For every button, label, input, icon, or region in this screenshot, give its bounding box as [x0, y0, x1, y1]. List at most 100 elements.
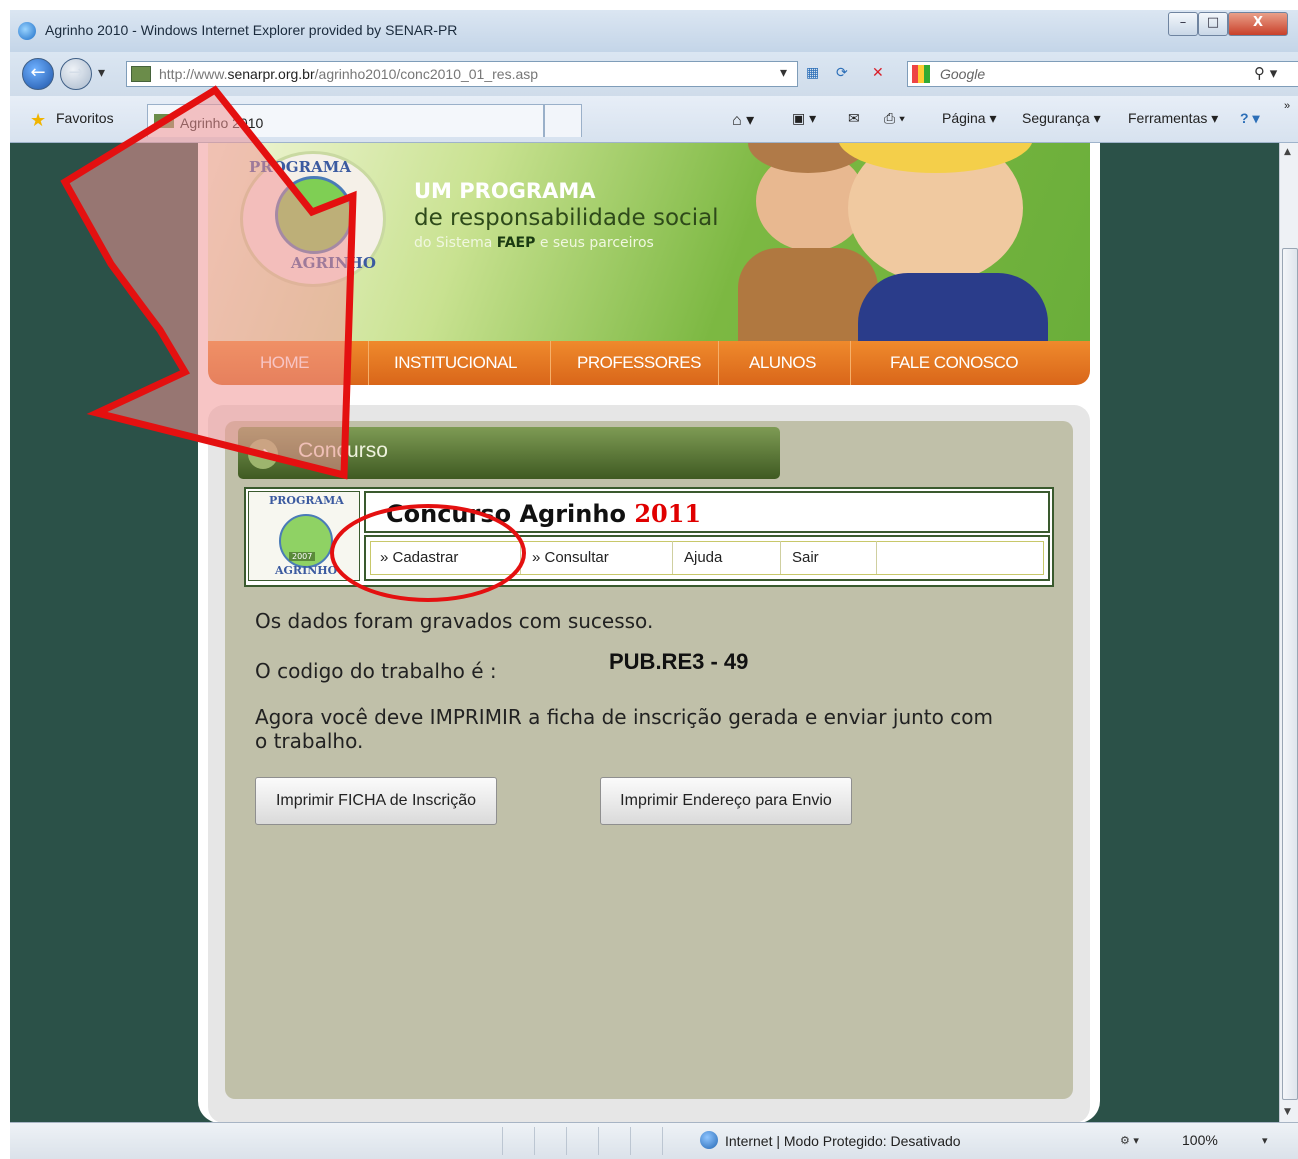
refresh-icon[interactable]: ⟳ — [836, 65, 848, 81]
menu-divider — [718, 341, 719, 385]
site-favicon-icon — [131, 66, 151, 82]
print-address-button[interactable]: Imprimir Endereço para Envio — [600, 777, 852, 825]
tools-menu[interactable]: Ferramentas ▾ — [1128, 110, 1218, 127]
page-viewport: PROGRAMA AGRINHO UM PROGRAMA de responsa… — [10, 143, 1279, 1122]
agrinho-logo: PROGRAMA AGRINHO — [240, 151, 386, 287]
back-button[interactable]: ← — [22, 58, 54, 90]
search-field[interactable]: Google ⚲ ▾ — [907, 61, 1298, 87]
close-button[interactable]: X — [1228, 12, 1288, 36]
status-divider — [534, 1127, 535, 1155]
code-label: O codigo do trabalho é : — [255, 659, 497, 683]
status-zone-text: Internet | Modo Protegido: Desativado — [725, 1133, 961, 1149]
print-icon[interactable]: ⎙ ▾ — [884, 110, 905, 127]
tab-title: Agrinho 2010 — [180, 115, 264, 131]
feeds-icon[interactable]: ▣ ▾ — [792, 110, 816, 127]
minimize-button[interactable]: – — [1168, 12, 1198, 36]
header-line-3: do Sistema FAEP e seus parceiros — [414, 235, 654, 251]
concurso-title: Concurso Agrinho 2011 — [386, 499, 702, 528]
zoom-level[interactable]: 100% — [1182, 1132, 1218, 1148]
menu-divider — [850, 341, 851, 385]
logo-text-top: PROGRAMA — [249, 158, 351, 176]
zoom-dropdown-icon[interactable]: ▾ — [1262, 1134, 1268, 1147]
concurso-menu-divider — [780, 541, 781, 574]
favorites-star-icon[interactable]: ★ — [30, 110, 46, 131]
code-value: PUB.RE3 - 49 — [609, 649, 749, 674]
status-bar: Internet | Modo Protegido: Desativado ⚙ … — [10, 1122, 1298, 1159]
concurso-logo-top: PROGRAMA — [269, 494, 344, 507]
window-title: Agrinho 2010 - Windows Internet Explorer… — [45, 22, 458, 38]
menu-divider — [368, 341, 369, 385]
menu-fale-conosco[interactable]: FALE CONOSCO — [890, 353, 1019, 373]
site-header-banner: PROGRAMA AGRINHO UM PROGRAMA de responsa… — [208, 143, 1090, 341]
instruction-line-1: Agora você deve IMPRIMIR a ficha de insc… — [255, 705, 993, 729]
header-line-2: de responsabilidade social — [414, 205, 719, 231]
forward-button[interactable]: → — [60, 58, 92, 90]
page-container: PROGRAMA AGRINHO UM PROGRAMA de responsa… — [198, 143, 1100, 1122]
ie-logo-icon — [18, 22, 36, 40]
concurso-menu-divider — [672, 541, 673, 574]
section-header: ➜ Concurso — [238, 427, 780, 479]
concurso-menu: » Cadastrar » Consultar Ajuda Sair — [364, 535, 1050, 581]
vertical-scrollbar[interactable]: ▲ ▼ — [1279, 143, 1298, 1122]
link-sair[interactable]: Sair — [792, 549, 819, 566]
link-consultar[interactable]: » Consultar — [532, 549, 609, 566]
tab-favicon-icon — [154, 114, 174, 128]
doll-boy-body-icon — [738, 248, 878, 341]
browser-window: Agrinho 2010 - Windows Internet Explorer… — [10, 10, 1298, 1159]
page-menu[interactable]: Página ▾ — [942, 110, 997, 127]
address-dropdown-icon[interactable]: ▾ — [780, 65, 787, 81]
concurso-logo: PROGRAMA 2007 AGRINHO — [248, 491, 360, 581]
tab-agrinho[interactable]: Agrinho 2010 — [147, 104, 544, 137]
scrollbar-thumb[interactable] — [1282, 248, 1298, 1100]
stop-icon[interactable]: ✕ — [872, 65, 884, 81]
status-divider — [662, 1127, 663, 1155]
home-icon[interactable]: ⌂ ▾ — [732, 110, 754, 130]
internet-zone-icon — [700, 1131, 718, 1149]
scroll-down-icon[interactable]: ▼ — [1284, 1107, 1291, 1117]
help-icon[interactable]: ? ▾ — [1240, 110, 1259, 127]
concurso-menu-divider — [520, 541, 521, 574]
concurso-logo-year: 2007 — [289, 552, 316, 561]
menu-home[interactable]: HOME — [260, 353, 310, 373]
maximize-button[interactable]: □ — [1198, 12, 1228, 36]
concurso-menu-divider — [876, 541, 877, 574]
search-icon[interactable]: ⚲ ▾ — [1254, 64, 1277, 82]
main-menu: HOME INSTITUCIONAL PROFESSORES ALUNOS FA… — [208, 341, 1090, 385]
new-tab-button[interactable] — [544, 104, 582, 137]
success-message: Os dados foram gravados com sucesso. — [255, 609, 654, 633]
address-bar-row: ← → ▾ http://www.senarpr.org.br/agrinho2… — [10, 52, 1298, 96]
logo-text-bottom: AGRINHO — [291, 254, 376, 272]
concurso-title-box: Concurso Agrinho 2011 — [364, 491, 1050, 533]
concurso-logo-bottom: AGRINHO — [275, 564, 338, 577]
url-text: http://www.senarpr.org.br/agrinho2010/co… — [159, 66, 539, 82]
logo-children-icon — [275, 176, 353, 254]
arrow-right-icon: ➜ — [248, 439, 278, 469]
header-line-1: UM PROGRAMA — [414, 179, 596, 203]
scroll-up-icon[interactable]: ▲ — [1284, 147, 1291, 157]
link-cadastrar[interactable]: » Cadastrar — [380, 549, 458, 566]
status-divider — [598, 1127, 599, 1155]
mail-icon[interactable]: ✉ — [848, 110, 860, 127]
print-form-button[interactable]: Imprimir FICHA de Inscrição — [255, 777, 497, 825]
search-placeholder: Google — [940, 66, 986, 82]
menu-professores[interactable]: PROFESSORES — [577, 353, 701, 373]
compatibility-view-icon[interactable]: ▦ — [806, 65, 819, 81]
doll-girl-body-icon — [858, 273, 1048, 341]
section-title: Concurso — [298, 439, 388, 462]
security-menu[interactable]: Segurança ▾ — [1022, 110, 1101, 127]
concurso-box: PROGRAMA 2007 AGRINHO Concurso Agrinho 2… — [244, 487, 1054, 587]
history-dropdown-icon[interactable]: ▾ — [98, 65, 105, 81]
protected-mode-icon[interactable]: ⚙ ▾ — [1120, 1134, 1139, 1147]
favorites-button[interactable]: Favoritos — [56, 110, 114, 126]
menu-institucional[interactable]: INSTITUCIONAL — [394, 353, 517, 373]
chevron-more-icon[interactable]: » — [1284, 100, 1290, 112]
status-divider — [630, 1127, 631, 1155]
menu-alunos[interactable]: ALUNOS — [749, 353, 816, 373]
google-icon — [912, 65, 930, 83]
favorites-bar: ★ Favoritos Agrinho 2010 ⌂ ▾ ▣ ▾ ✉ ⎙ ▾ P… — [10, 96, 1298, 143]
instruction-line-2: o trabalho. — [255, 729, 364, 753]
status-divider — [502, 1127, 503, 1155]
menu-divider — [550, 341, 551, 385]
address-field[interactable]: http://www.senarpr.org.br/agrinho2010/co… — [126, 61, 798, 87]
link-ajuda[interactable]: Ajuda — [684, 549, 722, 566]
